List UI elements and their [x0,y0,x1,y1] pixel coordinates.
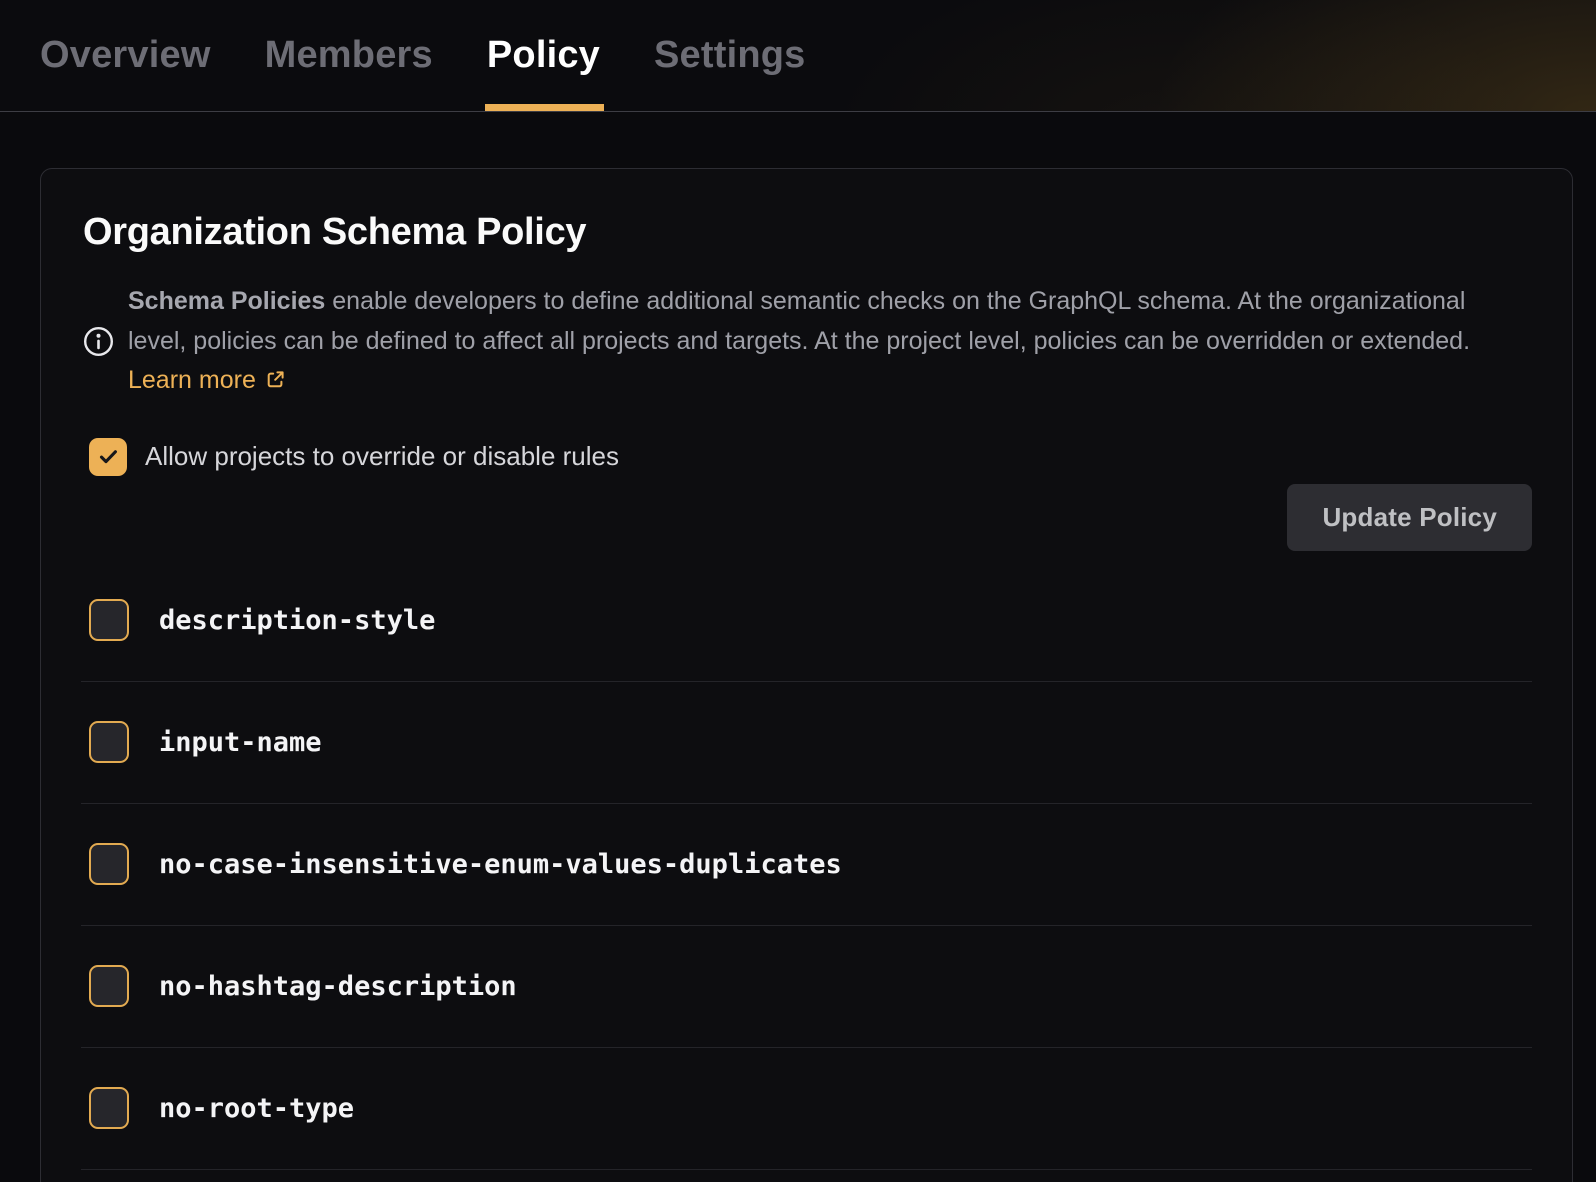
rule-name: no-hashtag-description [159,971,517,1002]
rule-checkbox[interactable] [89,843,129,885]
rule-checkbox[interactable] [89,599,129,641]
info-icon [83,326,114,357]
page-title: Organization Schema Policy [83,211,1532,254]
learn-more-link[interactable]: Learn more [128,366,256,394]
rule-row-no-root-type[interactable]: no-root-type [81,1048,1532,1170]
tab-settings[interactable]: Settings [654,0,806,111]
rule-row-no-case-insensitive-enum-values-duplicates[interactable]: no-case-insensitive-enum-values-duplicat… [81,804,1532,926]
rule-row-description-style[interactable]: description-style [81,560,1532,682]
tab-policy[interactable]: Policy [487,0,600,111]
rule-name: no-case-insensitive-enum-values-duplicat… [159,849,842,880]
rule-name: input-name [159,727,322,758]
rule-checkbox[interactable] [89,1087,129,1129]
rule-row-no-hashtag-description[interactable]: no-hashtag-description [81,926,1532,1048]
tab-overview[interactable]: Overview [40,0,211,111]
policy-card: Organization Schema Policy Schema Polici… [40,168,1573,1182]
checkmark-icon [96,444,121,469]
rule-name: description-style [159,605,435,636]
page-content: Organization Schema Policy Schema Polici… [0,168,1596,1182]
actions-row: Update Policy [81,484,1532,551]
policy-description-text: Schema Policies enable developers to def… [128,282,1503,401]
tab-bar: Overview Members Policy Settings [0,0,1596,112]
rule-name: no-root-type [159,1093,354,1124]
rule-row-input-name[interactable]: input-name [81,682,1532,804]
description-lead: Schema Policies [128,287,325,315]
allow-override-label: Allow projects to override or disable ru… [145,441,619,472]
rule-checkbox[interactable] [89,965,129,1007]
rules-list: description-style input-name no-case-ins… [81,560,1532,1170]
allow-override-checkbox[interactable] [89,438,127,476]
tab-members[interactable]: Members [265,0,433,111]
policy-description-callout: Schema Policies enable developers to def… [83,282,1532,401]
update-policy-button[interactable]: Update Policy [1287,484,1532,551]
allow-override-row[interactable]: Allow projects to override or disable ru… [89,438,619,476]
rule-checkbox[interactable] [89,721,129,763]
description-body: enable developers to define additional s… [128,287,1470,355]
external-link-icon [265,363,286,384]
